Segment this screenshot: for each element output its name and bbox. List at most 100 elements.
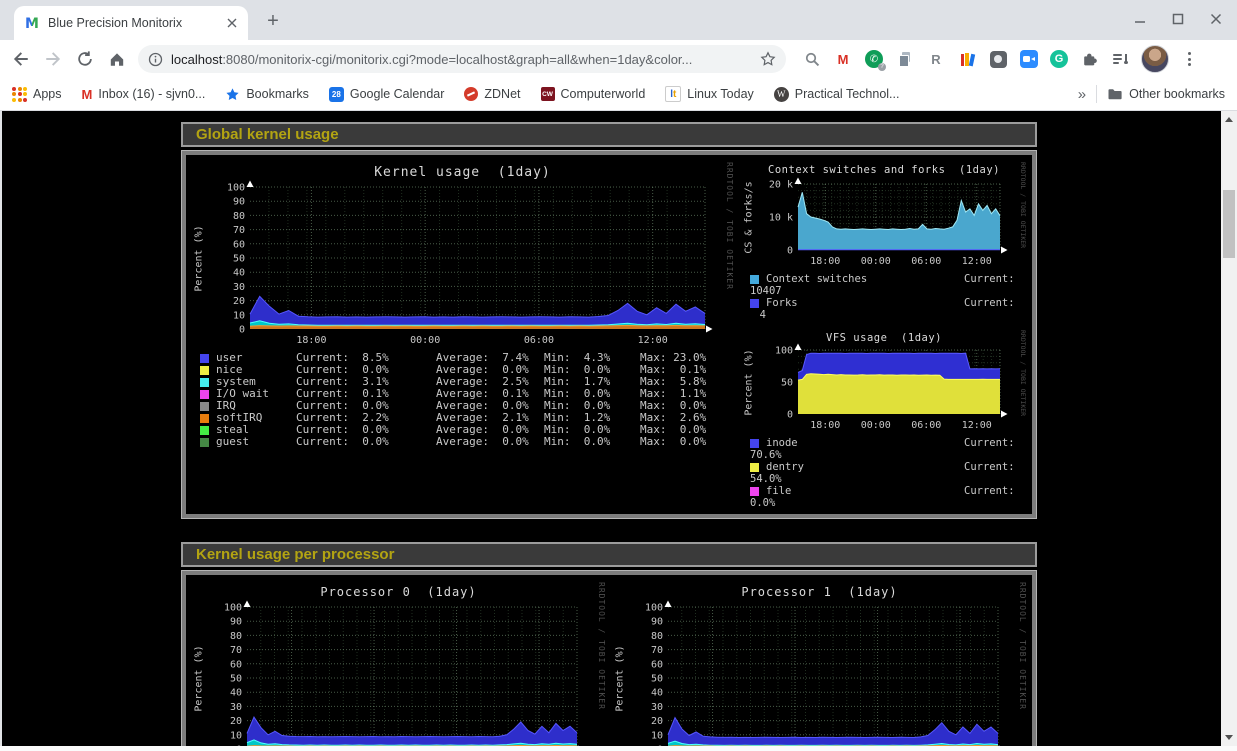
legend-label: file (766, 485, 964, 497)
tab-close-icon[interactable] (226, 17, 238, 29)
scroll-down-icon[interactable] (1225, 735, 1233, 740)
processor-1-graph[interactable]: Processor 1 (1day)0102030405060708090100… (611, 580, 1028, 751)
apps-grid-icon (12, 87, 27, 102)
address-bar[interactable]: localhost:8080/monitorix-cgi/monitorix.c… (138, 45, 786, 73)
svg-text:50: 50 (230, 674, 242, 685)
maximize-icon[interactable] (1167, 8, 1189, 30)
bookmark-inbox[interactable]: MInbox (16) - sjvn0... (82, 87, 206, 102)
y-axis-label: Percent (%) (192, 607, 206, 749)
page-info-icon[interactable] (148, 52, 163, 67)
books-extension-icon[interactable] (957, 49, 977, 69)
graph-title: Processor 1 (1day) (611, 585, 1028, 599)
svg-text:30: 30 (233, 282, 245, 293)
legend-swatch (750, 463, 759, 472)
legend-swatch (200, 390, 209, 399)
new-tab-button[interactable]: + (258, 6, 288, 36)
graphs-panel: Processor 0 (1day)0102030405060708090100… (181, 570, 1037, 751)
rrdtool-watermark: RRDTOOL / TOBI OETIKER (1018, 582, 1027, 751)
svg-text:18:00: 18:00 (296, 335, 326, 346)
svg-text:06:00: 06:00 (911, 420, 941, 431)
svg-text:12:00: 12:00 (962, 256, 992, 267)
legend-row: inodeCurrent:70.6% (750, 437, 1022, 461)
legend-row: dentryCurrent:54.0% (750, 461, 1022, 485)
bookmark-apps[interactable]: Apps (12, 87, 62, 102)
legend-swatch (200, 378, 209, 387)
svg-text:60: 60 (230, 659, 242, 670)
svg-text:20: 20 (651, 716, 663, 727)
legend-swatch (200, 354, 209, 363)
svg-text:80: 80 (233, 211, 245, 222)
reading-list-icon[interactable] (1110, 49, 1130, 69)
svg-text:30: 30 (651, 702, 663, 713)
bookmark-practical-technology[interactable]: WPractical Technol... (774, 87, 900, 102)
bookmark-zdnet[interactable]: ZDNet (464, 87, 520, 101)
bookmark-star-icon[interactable] (760, 51, 776, 67)
graph-title: VFS usage (1day) (740, 332, 1028, 344)
legend-swatch (750, 299, 759, 308)
processor-0-graph[interactable]: Processor 0 (1day)0102030405060708090100… (190, 580, 607, 751)
bookmark-linux-today[interactable]: ltLinux Today (665, 86, 754, 102)
grammarly-extension-icon[interactable]: G (1050, 50, 1068, 68)
bookmark-bookmarks[interactable]: Bookmarks (225, 87, 309, 102)
profile-avatar[interactable] (1141, 45, 1169, 73)
svg-text:12:00: 12:00 (638, 335, 668, 346)
legend-row: ForksCurrent:4 (750, 297, 1022, 321)
legend-stat: Max: 0.0% (640, 436, 735, 448)
voice-extension-icon[interactable]: ✆? (864, 49, 884, 69)
window-controls (1129, 8, 1227, 30)
window-bottom-edge (0, 746, 1237, 751)
puzzle-extensions-icon[interactable] (1079, 49, 1099, 69)
vfs-usage-graph[interactable]: VFS usage (1day)05010018:0000:0006:0012:… (740, 328, 1028, 509)
vertical-scrollbar[interactable] (1221, 111, 1237, 746)
graph-legend: Context switchesCurrent:10407ForksCurren… (750, 273, 1028, 321)
svg-text:20 k: 20 k (769, 180, 793, 191)
search-extension-icon[interactable] (802, 49, 822, 69)
bookmark-google-calendar[interactable]: 28Google Calendar (329, 87, 445, 102)
bookmark-computerworld[interactable]: CWComputerworld (541, 87, 646, 101)
svg-text:100: 100 (224, 603, 242, 614)
scrollbar-thumb[interactable] (1223, 190, 1235, 258)
url-text[interactable]: localhost:8080/monitorix-cgi/monitorix.c… (171, 52, 752, 67)
svg-text:30: 30 (230, 702, 242, 713)
bookmarks-overflow-icon[interactable]: » (1078, 86, 1086, 103)
browser-menu-icon[interactable] (1180, 52, 1198, 66)
linux-today-icon: lt (665, 86, 681, 102)
legend-value: 0.0% (750, 497, 766, 509)
y-axis-label: Percent (%) (192, 187, 206, 329)
section-title: Kernel usage per processor (181, 542, 1037, 567)
legend-swatch (200, 366, 209, 375)
minimize-icon[interactable] (1129, 8, 1151, 30)
tab-title: Blue Precision Monitorix (48, 16, 218, 30)
gmail-extension-icon[interactable]: M (833, 49, 853, 69)
scroll-up-icon[interactable] (1225, 117, 1233, 122)
legend-value: 54.0% (750, 473, 766, 485)
svg-text:10: 10 (651, 730, 663, 741)
rrdtool-watermark: RRDTOOL / TOBI OETIKER (1019, 162, 1027, 266)
legend-stat: Current: 0.0% (296, 436, 436, 448)
svg-text:12:00: 12:00 (962, 420, 992, 431)
svg-text:90: 90 (230, 617, 242, 628)
lamp-extension-icon[interactable] (988, 49, 1008, 69)
video-meeting-extension-icon[interactable] (1019, 49, 1039, 69)
svg-text:20: 20 (233, 296, 245, 307)
bookmark-label: Practical Technol... (795, 87, 900, 101)
browser-tab[interactable]: M Blue Precision Monitorix (14, 6, 248, 40)
back-icon[interactable] (6, 44, 36, 74)
section-title: Global kernel usage (181, 122, 1037, 147)
extensions-row: M ✆? R G (802, 45, 1198, 73)
bookmarks-bar: Apps MInbox (16) - sjvn0... Bookmarks 28… (0, 78, 1237, 111)
r-extension-icon[interactable]: R (926, 49, 946, 69)
legend-swatch (750, 487, 759, 496)
home-icon[interactable] (102, 44, 132, 74)
reload-icon[interactable] (70, 44, 100, 74)
svg-text:20: 20 (230, 716, 242, 727)
copy-pages-extension-icon[interactable] (895, 49, 915, 69)
svg-text:00:00: 00:00 (861, 420, 891, 431)
legend-stat: Average: 0.0% (436, 436, 544, 448)
svg-text:0: 0 (239, 325, 245, 336)
forward-icon[interactable] (38, 44, 68, 74)
other-bookmarks[interactable]: Other bookmarks (1107, 86, 1225, 102)
context-switches-graph[interactable]: Context switches and forks (1day)010 k20… (740, 160, 1028, 321)
close-window-icon[interactable] (1205, 8, 1227, 30)
kernel-usage-graph[interactable]: Kernel usage (1day)010203040506070809010… (190, 160, 735, 509)
